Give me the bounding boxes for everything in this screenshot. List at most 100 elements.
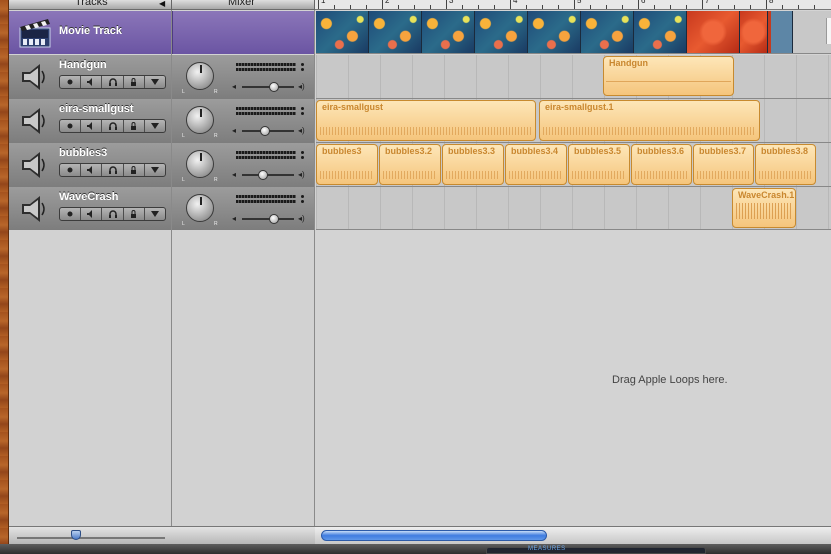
mute-button[interactable] [81,164,103,176]
record-enable-button[interactable] [60,208,82,220]
ruler-tick [654,5,655,9]
lock-button[interactable] [124,76,145,88]
audio-region[interactable]: bubbles3.2 [379,144,441,185]
audio-region[interactable]: bubbles3.3 [442,144,504,185]
track-header-wavecrash[interactable]: WaveCrash [9,187,171,230]
ruler-tick [318,0,319,9]
expand-button[interactable] [145,120,165,132]
track-controls [59,119,166,133]
audio-region[interactable]: bubbles3.7 [693,144,754,185]
movie-frame [369,11,422,53]
clip-indicator [301,156,304,159]
audio-region[interactable]: eira-smallgust.1 [539,100,760,141]
scrollbar-thumb[interactable] [321,530,547,541]
record-enable-button[interactable] [60,164,82,176]
timeline-area[interactable]: Handgun eira-smallgust eira-smallgust.1 … [316,10,831,544]
audio-region[interactable]: bubbles3.4 [505,144,567,185]
lock-icon [131,166,137,174]
volume-high-icon: ◂) [298,126,305,135]
track-header-eira[interactable]: eira-smallgust [9,99,171,143]
pan-knob[interactable] [186,194,214,222]
audio-region[interactable]: WaveCrash.1 [732,188,796,228]
speaker-icon [22,64,45,90]
track-row-bubbles[interactable]: bubbles3 L R ◂ ◂) [9,143,315,187]
volume-slider-thumb[interactable] [260,126,271,136]
lock-icon [131,122,137,130]
level-meter-left [236,151,296,154]
region-waveform [320,171,374,179]
volume-slider-track[interactable] [242,218,294,220]
pan-knob[interactable] [186,62,214,90]
pan-knob[interactable] [186,106,214,134]
ruler-marker: 4 [513,0,518,5]
track-row-eira[interactable]: eira-smallgust L R ◂ ◂) [9,99,315,143]
audio-region[interactable]: bubbles3 [316,144,378,185]
loop-drop-zone[interactable]: Drag Apple Loops here. [316,230,831,544]
wavecrash-lane[interactable]: WaveCrash.1 [316,187,831,230]
track-header-movie[interactable]: Movie Track [9,11,171,54]
wood-side-panel [0,0,9,554]
mixer-movie [172,11,315,54]
pan-knob[interactable] [186,150,214,178]
expand-button[interactable] [145,76,165,88]
collapse-mixer-arrow-icon[interactable]: ◀ [159,0,165,8]
region-label: bubbles3.8 [761,146,809,156]
expand-button[interactable] [145,164,165,176]
horizontal-scrollbar[interactable] [315,526,831,544]
record-enable-button[interactable] [60,120,82,132]
audio-region[interactable]: bubbles3.5 [568,144,630,185]
audio-region[interactable]: bubbles3.6 [631,144,692,185]
solo-button[interactable] [102,208,124,220]
track-row-movie[interactable]: Movie Track [9,11,315,54]
mute-speaker-icon [87,78,93,86]
region-waveform [446,171,500,179]
volume-slider-track[interactable] [242,86,294,88]
column-divider [171,10,172,544]
audio-region[interactable]: eira-smallgust [316,100,536,141]
record-enable-button[interactable] [60,76,82,88]
volume-high-icon: ◂) [298,170,305,179]
solo-button[interactable] [102,164,124,176]
mute-button[interactable] [81,208,103,220]
eira-lane[interactable]: eira-smallgust eira-smallgust.1 [316,99,831,143]
record-dot-icon [67,211,73,217]
region-waveform [509,171,563,179]
handgun-lane[interactable]: Handgun [316,55,831,99]
audio-region[interactable]: Handgun [603,56,734,96]
lock-button[interactable] [124,164,145,176]
ruler-tick [590,5,591,9]
solo-button[interactable] [102,120,124,132]
volume-slider-thumb[interactable] [269,214,280,224]
clip-indicator [301,195,304,198]
column-divider [314,10,315,544]
pan-right-mark: R [214,221,218,227]
lock-button[interactable] [124,208,145,220]
zoom-slider-track[interactable] [17,537,165,539]
track-row-handgun[interactable]: Handgun L R ◂ ◂) [9,55,315,99]
movie-lane[interactable] [316,11,831,54]
headphones-icon [108,78,117,86]
region-label: bubbles3 [322,146,362,156]
ruler-tick [414,5,415,9]
mute-button[interactable] [81,120,103,132]
solo-button[interactable] [102,76,124,88]
ruler-tick [798,5,799,9]
level-meter-right [236,112,296,115]
audio-region[interactable]: bubbles3.8 [755,144,816,185]
volume-slider-track[interactable] [242,174,294,176]
volume-slider-thumb[interactable] [269,82,280,92]
bubbles-lane[interactable]: bubbles3 bubbles3.2 bubbles3.3 bubbles3.… [316,143,831,187]
lcd-display[interactable] [486,547,706,554]
window-edge [826,18,831,44]
track-header-bubbles[interactable]: bubbles3 [9,143,171,187]
mute-button[interactable] [81,76,103,88]
track-header-handgun[interactable]: Handgun [9,55,171,99]
zoom-slider-thumb[interactable] [71,530,81,540]
timeline-ruler[interactable]: 1 2 3 4 5 6 7 8 [315,0,831,10]
ruler-tick [734,5,735,9]
movie-frame [634,11,687,53]
track-row-wavecrash[interactable]: WaveCrash L R ◂ ◂) [9,187,315,230]
volume-slider-thumb[interactable] [257,170,268,180]
expand-button[interactable] [145,208,165,220]
lock-button[interactable] [124,120,145,132]
